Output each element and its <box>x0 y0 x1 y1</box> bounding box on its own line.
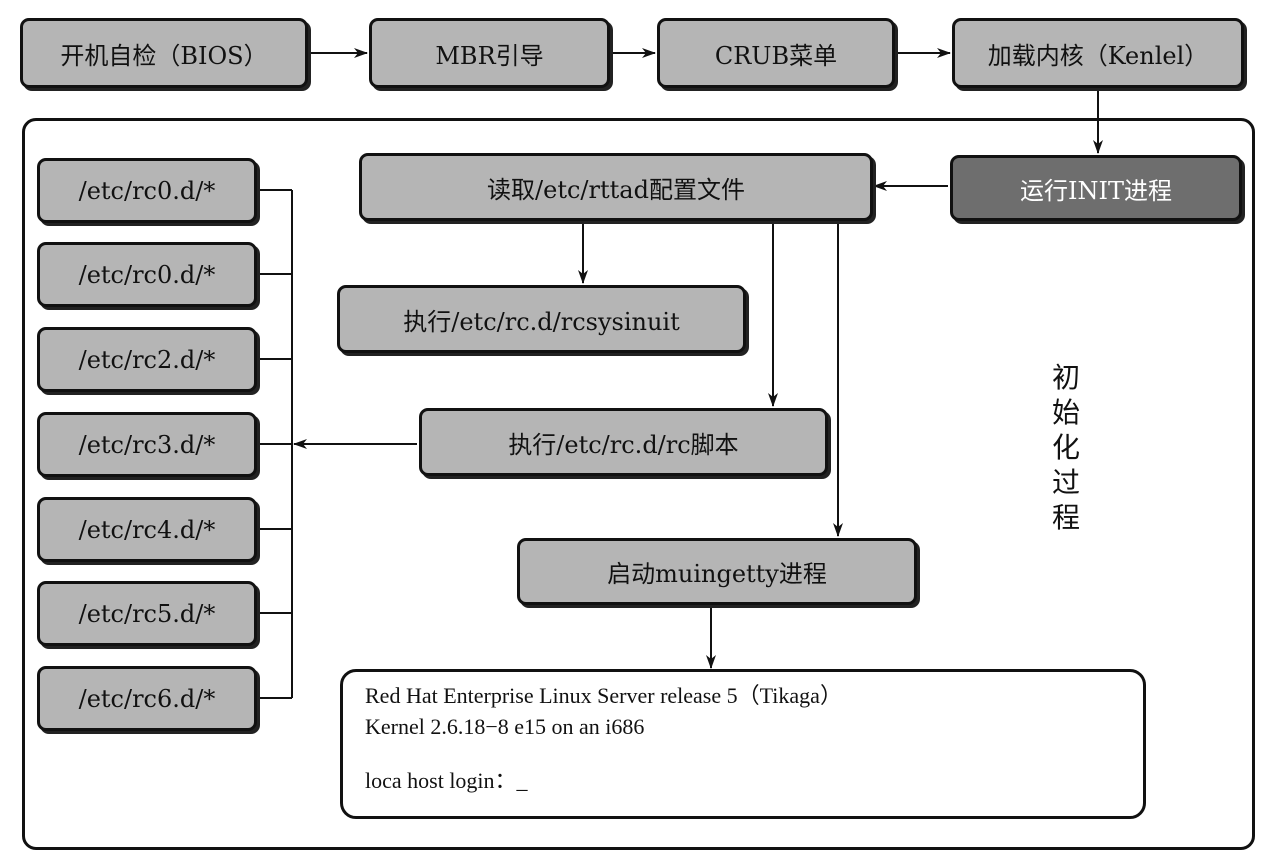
login-terminal: Red Hat Enterprise Linux Server release … <box>340 669 1146 819</box>
side-label-char: 初 <box>1051 361 1080 394</box>
side-label-char: 过 <box>1051 466 1080 499</box>
side-label-char: 始 <box>1051 396 1080 429</box>
terminal-kernel-line: Kernel 2.6.18−8 e15 on an i686 <box>365 714 645 739</box>
rc-script-box: 执行/etc/rc.d/rc脚本 <box>419 408 828 476</box>
run-init-box: 运行INIT进程 <box>950 155 1242 221</box>
side-label-char: 程 <box>1051 501 1080 534</box>
runlevel-dir-rc4: /etc/rc4.d/* <box>37 497 257 562</box>
runlevel-dir-rc0-b: /etc/rc0.d/* <box>37 242 257 307</box>
runlevel-dir-rc5: /etc/rc5.d/* <box>37 581 257 646</box>
runlevel-dir-rc0: /etc/rc0.d/* <box>37 158 257 223</box>
terminal-login-prompt: loca host login：_ <box>365 768 528 793</box>
terminal-release-line: Red Hat Enterprise Linux Server release … <box>365 683 842 708</box>
side-label-char: 化 <box>1051 431 1080 464</box>
init-process-vertical-label: 初 始 化 过 程 <box>1048 360 1084 535</box>
grub-menu-box: CRUB菜单 <box>657 18 895 88</box>
bios-selftest-box: 开机自检（BIOS） <box>20 18 308 88</box>
runlevel-dir-rc6: /etc/rc6.d/* <box>37 666 257 731</box>
rcsysinit-box: 执行/etc/rc.d/rcsysinuit <box>337 285 746 353</box>
mingetty-box: 启动muingetty进程 <box>517 538 917 605</box>
runlevel-dir-rc3: /etc/rc3.d/* <box>37 412 257 477</box>
load-kernel-box: 加载内核（Kenlel） <box>952 18 1244 88</box>
runlevel-dir-rc2: /etc/rc2.d/* <box>37 327 257 392</box>
read-config-box: 读取/etc/rttad配置文件 <box>359 153 873 221</box>
mbr-boot-box: MBR引导 <box>369 18 610 88</box>
